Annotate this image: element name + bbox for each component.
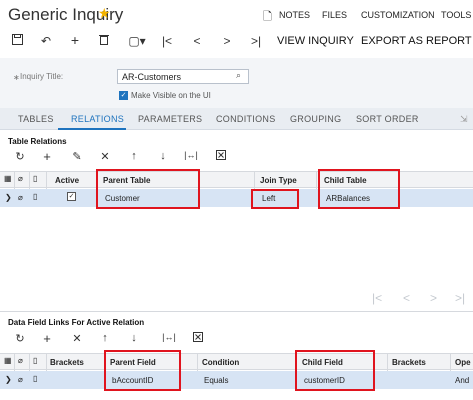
- move-down-icon[interactable]: ↓: [156, 150, 170, 162]
- tab-conditions[interactable]: CONDITIONS: [216, 114, 276, 124]
- row-selector-icon[interactable]: ❯: [5, 193, 12, 202]
- add-icon[interactable]: +: [68, 32, 82, 48]
- table-relations-title: Table Relations: [8, 137, 67, 146]
- copy-paste-icon[interactable]: ▢▾: [126, 34, 148, 48]
- links-move-up-icon[interactable]: ↑: [98, 332, 112, 344]
- inquiry-title-field[interactable]: AR-Customers: [117, 69, 249, 84]
- view-inquiry-button[interactable]: VIEW INQUIRY: [277, 35, 354, 47]
- operator-column-header[interactable]: Ope: [455, 358, 471, 367]
- tab-tables[interactable]: TABLES: [18, 114, 54, 124]
- tab-sort-order[interactable]: SORT ORDER: [356, 114, 419, 124]
- attachment-col-icon: ⌀: [18, 356, 23, 365]
- tab-relations[interactable]: RELATIONS: [71, 114, 124, 124]
- delete-row-icon[interactable]: ✕: [98, 150, 112, 163]
- active-checkbox[interactable]: ✓: [67, 192, 76, 201]
- links-refresh-icon[interactable]: ↻: [13, 332, 27, 345]
- make-visible-checkbox[interactable]: ✓: [119, 91, 128, 100]
- operator-cell[interactable]: And: [455, 376, 469, 385]
- search-icon[interactable]: ⌕: [236, 70, 241, 81]
- fit-columns-icon[interactable]: |↔|: [184, 150, 198, 160]
- export-as-report-button[interactable]: EXPORT AS REPORT: [361, 35, 472, 47]
- make-visible-label: Make Visible on the UI: [131, 91, 211, 100]
- links-delete-row-icon[interactable]: ✕: [70, 332, 84, 345]
- links-move-down-icon[interactable]: ↓: [127, 332, 141, 344]
- next-icon[interactable]: >: [220, 34, 234, 48]
- condition-column-header[interactable]: Condition: [202, 358, 239, 367]
- pager-last-icon[interactable]: >|: [455, 291, 465, 305]
- links-export-excel-icon[interactable]: [191, 332, 205, 345]
- last-icon[interactable]: >|: [249, 34, 263, 48]
- links-fit-columns-icon[interactable]: |↔|: [162, 332, 176, 342]
- refresh-icon[interactable]: ↻: [13, 150, 27, 163]
- active-tab-indicator: [58, 128, 126, 130]
- parent-field-highlight: [104, 350, 181, 391]
- save-icon[interactable]: [10, 34, 24, 48]
- files-col-icon: ▦: [4, 174, 12, 183]
- note-icon[interactable]: ▯: [33, 192, 37, 201]
- note-icon[interactable]: ▯: [33, 374, 37, 383]
- tools-link[interactable]: TOOLS: [441, 10, 471, 20]
- delete-icon[interactable]: [97, 34, 111, 48]
- inquiry-title-label: Inquiry Title:: [20, 72, 64, 81]
- edit-icon[interactable]: ✎: [70, 150, 84, 163]
- files-link[interactable]: FILES: [322, 10, 347, 20]
- files-col-icon: ▦: [4, 356, 12, 365]
- child-table-highlight: [318, 169, 400, 209]
- notes-icon: 🗋: [263, 11, 272, 23]
- section-divider: [0, 311, 473, 312]
- note-col-icon: ▯: [33, 356, 38, 365]
- join-type-column-header[interactable]: Join Type: [260, 176, 297, 185]
- brackets-close-column-header[interactable]: Brackets: [392, 358, 426, 367]
- field-links-title: Data Field Links For Active Relation: [8, 318, 145, 327]
- move-up-icon[interactable]: ↑: [127, 150, 141, 162]
- customization-link[interactable]: CUSTOMIZATION: [361, 10, 435, 20]
- brackets-open-column-header[interactable]: Brackets: [50, 358, 84, 367]
- notes-link[interactable]: NOTES: [279, 10, 310, 20]
- attachment-col-icon: ⌀: [18, 174, 23, 183]
- active-column-header[interactable]: Active: [55, 176, 79, 185]
- condition-cell[interactable]: Equals: [204, 376, 228, 385]
- parent-table-highlight: [96, 169, 200, 209]
- inquiry-title-value: AR-Customers: [122, 72, 182, 82]
- undo-icon[interactable]: ↶: [39, 34, 53, 48]
- pager-next-icon[interactable]: >: [430, 291, 437, 305]
- child-field-highlight: [295, 350, 375, 391]
- star-icon[interactable]: ★: [98, 5, 111, 22]
- attachment-icon[interactable]: ⌀: [18, 193, 23, 202]
- pager-prev-icon[interactable]: <: [403, 291, 410, 305]
- previous-icon[interactable]: <: [190, 34, 204, 48]
- first-icon[interactable]: |<: [160, 34, 174, 48]
- row-selector-icon[interactable]: ❯: [5, 375, 12, 384]
- table-row[interactable]: [0, 371, 473, 389]
- tab-grouping[interactable]: GROUPING: [290, 114, 341, 124]
- pager-first-icon[interactable]: |<: [372, 291, 382, 305]
- links-add-row-icon[interactable]: +: [40, 331, 54, 346]
- note-col-icon: ▯: [33, 174, 38, 183]
- attachment-icon[interactable]: ⌀: [18, 375, 23, 384]
- export-excel-icon[interactable]: [214, 150, 228, 162]
- more-tabs-icon[interactable]: ⇲: [460, 114, 468, 125]
- add-row-icon[interactable]: +: [40, 149, 54, 164]
- join-type-highlight: [251, 189, 299, 209]
- required-marker: ∗: [13, 73, 20, 82]
- tab-parameters[interactable]: PARAMETERS: [138, 114, 202, 124]
